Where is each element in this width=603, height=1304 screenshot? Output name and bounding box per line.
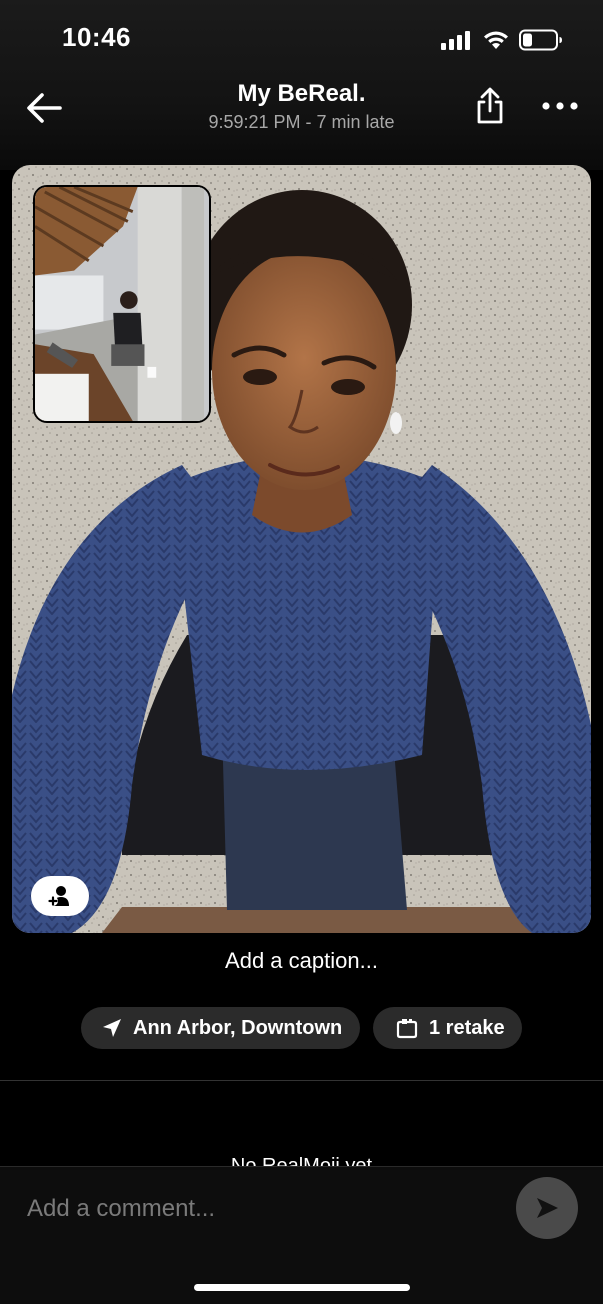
divider (0, 1080, 603, 1081)
more-options-icon[interactable] (540, 96, 580, 116)
signal-icon (441, 31, 470, 50)
send-button[interactable] (516, 1177, 578, 1239)
retake-chip[interactable]: 1 retake (373, 1007, 522, 1049)
add-caption-button[interactable]: Add a caption... (0, 948, 603, 974)
wifi-icon (484, 31, 508, 49)
location-label: Ann Arbor, Downtown (133, 1016, 343, 1039)
add-person-icon (48, 886, 69, 906)
send-icon (537, 1198, 558, 1218)
bereal-post-screen: 10:46 My BeReal. 9:59:21 PM - 7 min late (0, 0, 603, 1304)
post-time-subtitle: 9:59:21 PM - 7 min late (208, 112, 395, 132)
retake-label: 1 retake (429, 1016, 505, 1039)
battery-icon (519, 29, 562, 51)
realmoji-empty-text: No RealMoji yet (230, 1155, 373, 1166)
tag-friends-button[interactable] (31, 876, 89, 916)
location-chip[interactable]: Ann Arbor, Downtown (81, 1007, 360, 1049)
location-arrow-icon (103, 1019, 121, 1037)
comment-input[interactable] (25, 1190, 499, 1228)
status-time: 10:46 (62, 22, 131, 52)
page-title: My BeReal. (237, 80, 366, 107)
retake-icon (396, 1019, 418, 1039)
inset-rear-photo[interactable] (33, 185, 211, 423)
home-indicator (194, 1284, 410, 1291)
share-icon[interactable] (472, 86, 508, 126)
